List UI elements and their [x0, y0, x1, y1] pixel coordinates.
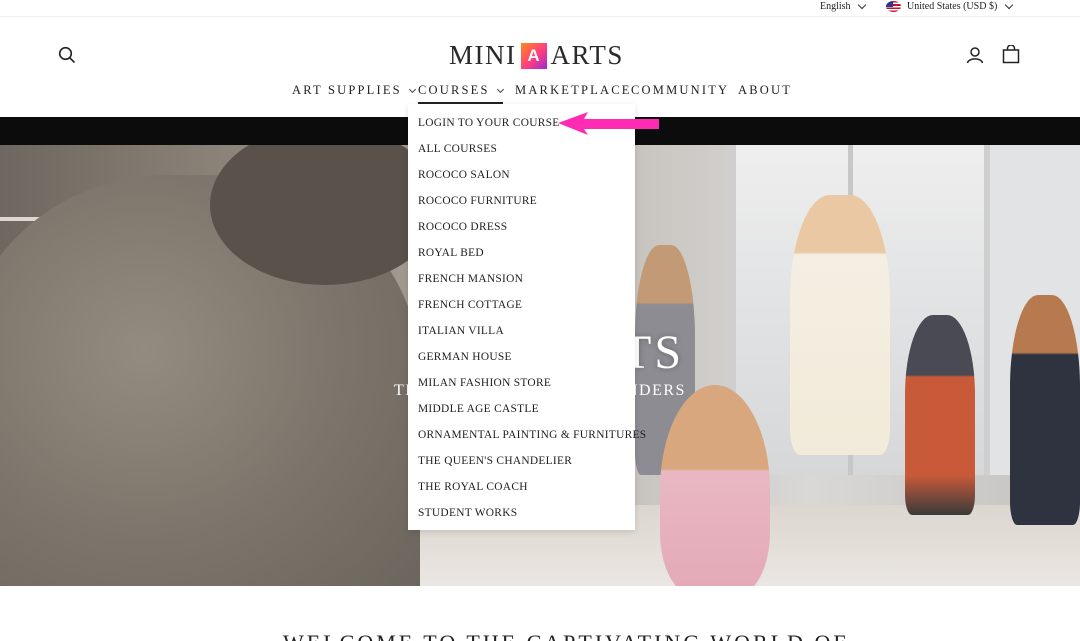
courses-menu-item[interactable]: ROCOCO FURNITURE	[408, 188, 635, 214]
nav-label: COURSES	[418, 83, 490, 97]
chevron-down-icon	[496, 85, 504, 93]
courses-menu-item[interactable]: THE QUEEN'S CHANDELIER	[408, 448, 635, 474]
courses-menu-item[interactable]: ROYAL BED	[408, 240, 635, 266]
site-header: MINI A ARTS ART SUPPLIES COURSES MARKETP…	[0, 18, 1080, 118]
flag-us-icon	[886, 1, 901, 12]
annotation-arrow-icon	[558, 112, 659, 135]
nav-marketplace[interactable]: MARKETPLACE	[515, 83, 632, 98]
nav-art-supplies[interactable]: ART SUPPLIES	[292, 83, 416, 98]
courses-dropdown-menu: LOGIN TO YOUR COURSE ALL COURSES ROCOCO SA…	[408, 104, 646, 530]
hero-doll	[660, 385, 770, 586]
nav-label: MARKETPLACE	[515, 83, 632, 97]
courses-menu-item[interactable]: MIDDLE AGE CASTLE	[408, 396, 635, 422]
search-icon[interactable]	[58, 46, 76, 64]
courses-menu-item[interactable]: GERMAN HOUSE	[408, 344, 635, 370]
courses-menu-item[interactable]: ROCOCO SALON	[408, 162, 635, 188]
site-logo[interactable]: MINI A ARTS	[449, 40, 624, 71]
chevron-down-icon	[408, 85, 416, 93]
courses-menu-item[interactable]: ORNAMENTAL PAINTING & FURNITURES	[408, 422, 646, 448]
courses-menu-item[interactable]: ROCOCO DRESS	[408, 214, 635, 240]
courses-menu-item[interactable]: THE ROYAL COACH	[408, 474, 635, 500]
nav-label: ART SUPPLIES	[292, 83, 402, 97]
courses-menu-item[interactable]: MILAN FASHION STORE	[408, 370, 635, 396]
country-selector[interactable]: United States (USD $)	[886, 0, 1014, 12]
country-label: United States (USD $)	[907, 1, 998, 12]
logo-text-right: ARTS	[550, 40, 624, 70]
utility-bar: English United States (USD $)	[0, 0, 1080, 17]
nav-community[interactable]: COMMUNITY	[631, 83, 729, 98]
nav-label: ABOUT	[738, 83, 793, 97]
hero-doll	[905, 315, 975, 515]
account-icon[interactable]	[966, 46, 984, 64]
language-label: English	[820, 1, 851, 12]
courses-menu-item[interactable]: FRENCH MANSION	[408, 266, 635, 292]
nav-label: COMMUNITY	[631, 83, 730, 97]
nav-courses[interactable]: COURSES	[418, 83, 504, 104]
courses-menu-item[interactable]: STUDENT WORKS	[408, 500, 635, 526]
cart-icon[interactable]	[1002, 45, 1020, 64]
chevron-down-icon	[857, 0, 866, 10]
logo-text-left: MINI	[449, 40, 517, 70]
hero-doll	[790, 195, 890, 455]
section-heading: WELCOME TO THE CAPTIVATING WORLD OF	[283, 630, 849, 641]
chevron-down-icon	[1005, 0, 1014, 10]
hero-doll	[1010, 295, 1080, 525]
courses-menu-item[interactable]: FRENCH COTTAGE	[408, 292, 635, 318]
logo-mark: A	[520, 42, 547, 69]
courses-menu-item[interactable]: ITALIAN VILLA	[408, 318, 635, 344]
language-selector[interactable]: English	[820, 0, 866, 12]
nav-about[interactable]: ABOUT	[738, 83, 792, 98]
courses-menu-item[interactable]: ALL COURSES	[408, 136, 635, 162]
